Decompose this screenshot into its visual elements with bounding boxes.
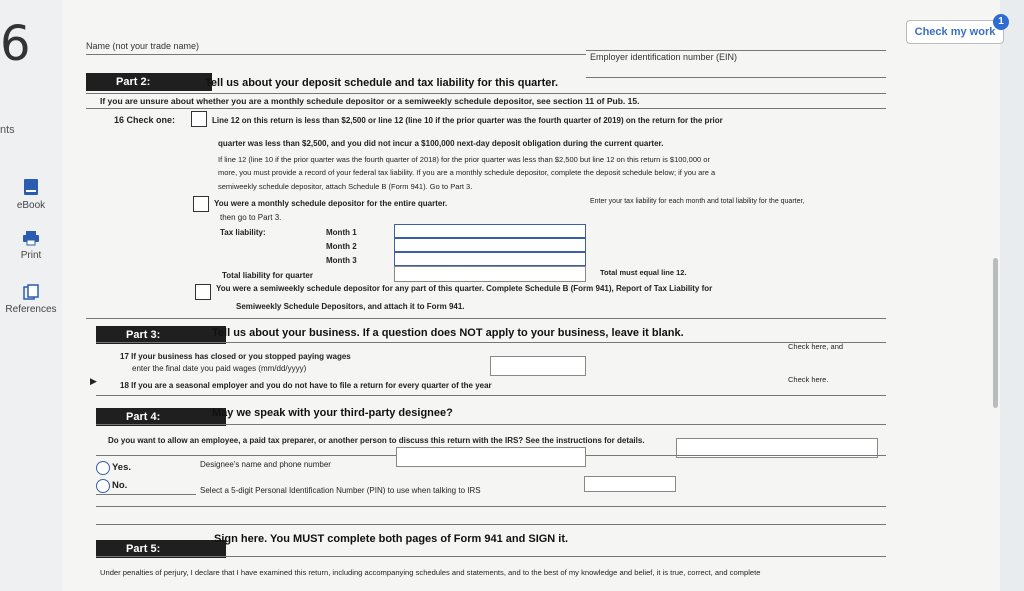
- opt3-text-2: Semiweekly Schedule Depositors, and atta…: [236, 302, 465, 311]
- ebook-icon: [24, 179, 38, 195]
- opt3-text-1: You were a semiweekly schedule depositor…: [216, 284, 713, 293]
- left-toolbar: 6 nts eBook Print References: [0, 0, 62, 591]
- designee-question: Do you want to allow an employee, a paid…: [108, 436, 645, 445]
- ebook-button[interactable]: eBook: [0, 178, 62, 211]
- total-liability-input[interactable]: [394, 266, 586, 282]
- ein-label: Employer identification number (EIN): [590, 52, 738, 62]
- references-icon: [23, 284, 39, 300]
- question-number: 6: [0, 16, 31, 72]
- total-liability-label: Total liability for quarter: [222, 271, 313, 280]
- checkbox-monthly-depositor[interactable]: [193, 196, 209, 212]
- radio-yes[interactable]: [96, 461, 110, 475]
- month2-label: Month 2: [326, 242, 357, 251]
- designee-name-input[interactable]: [396, 447, 586, 467]
- part4-heading: May we speak with your third-party desig…: [212, 407, 453, 419]
- print-icon: [23, 231, 39, 246]
- opt1-text-1: Line 12 on this return is less than $2,5…: [212, 116, 723, 125]
- month1-label: Month 1: [326, 228, 357, 237]
- tax-liability-label: Tax liability:: [220, 228, 266, 237]
- final-wages-date-input[interactable]: [490, 356, 586, 376]
- name-label: Name (not your trade name): [86, 41, 200, 51]
- part2-heading: Tell us about your deposit schedule and …: [205, 77, 559, 89]
- opt2-text-1: You were a monthly schedule depositor fo…: [214, 199, 448, 208]
- references-button[interactable]: References: [0, 284, 62, 315]
- month3-input[interactable]: [394, 252, 586, 266]
- opt2-right-text: Enter your tax liability for each month …: [590, 198, 805, 205]
- ebook-label: eBook: [16, 200, 46, 211]
- opt1-text-2: quarter was less than $2,500, and you di…: [218, 139, 664, 148]
- check-here-and-text: Check here, and: [788, 342, 844, 351]
- references-label: References: [5, 304, 57, 315]
- check-here-text: Check here.: [788, 375, 829, 384]
- scrollbar[interactable]: [993, 258, 998, 408]
- part2-label: Part 2:: [86, 73, 212, 91]
- no-label: No.: [112, 480, 128, 491]
- month2-input[interactable]: [394, 238, 586, 252]
- yes-label: Yes.: [112, 462, 132, 473]
- checkbox-semiweekly-depositor[interactable]: [195, 284, 211, 300]
- arrow-marker: ▶: [90, 376, 97, 386]
- print-button[interactable]: Print: [0, 230, 62, 261]
- designee-name-label: Designee's name and phone number: [200, 460, 331, 469]
- checkbox-line12-less[interactable]: [191, 111, 207, 127]
- opt1-text-3: If line 12 (line 10 if the prior quarter…: [218, 155, 710, 164]
- part2-unsure-text: If you are unsure about whether you are …: [100, 96, 640, 106]
- pin-label: Select a 5-digit Personal Identification…: [200, 486, 481, 495]
- q17-text-2: enter the final date you paid wages (mm/…: [132, 364, 307, 373]
- opt1-text-4: more, you must provide a record of your …: [218, 168, 716, 177]
- print-label: Print: [20, 250, 42, 261]
- q18-text: 18 If you are a seasonal employer and yo…: [120, 381, 492, 390]
- total-must-equal-text: Total must equal line 12.: [600, 268, 687, 277]
- check-count-badge: 1: [993, 14, 1009, 30]
- nts-label: nts: [0, 124, 15, 136]
- check-one-label: 16 Check one:: [114, 115, 176, 125]
- pin-input[interactable]: [584, 476, 676, 492]
- radio-no[interactable]: [96, 479, 110, 493]
- form-941-page: Name (not your trade name) Employer iden…: [62, 0, 1000, 591]
- penalties-text: Under penalties of perjury, I declare th…: [100, 568, 761, 577]
- opt2-text-2: then go to Part 3.: [220, 213, 282, 222]
- month3-label: Month 3: [326, 256, 357, 265]
- opt1-text-5: semiweekly schedule depositor, attach Sc…: [218, 182, 473, 191]
- q17-text-1: 17 If your business has closed or you st…: [120, 352, 351, 361]
- month1-input[interactable]: [394, 224, 586, 238]
- part3-heading: Tell us about your business. If a questi…: [212, 327, 684, 339]
- part5-heading: Sign here. You MUST complete both pages …: [214, 533, 569, 545]
- check-my-work-button[interactable]: Check my work: [906, 20, 1004, 44]
